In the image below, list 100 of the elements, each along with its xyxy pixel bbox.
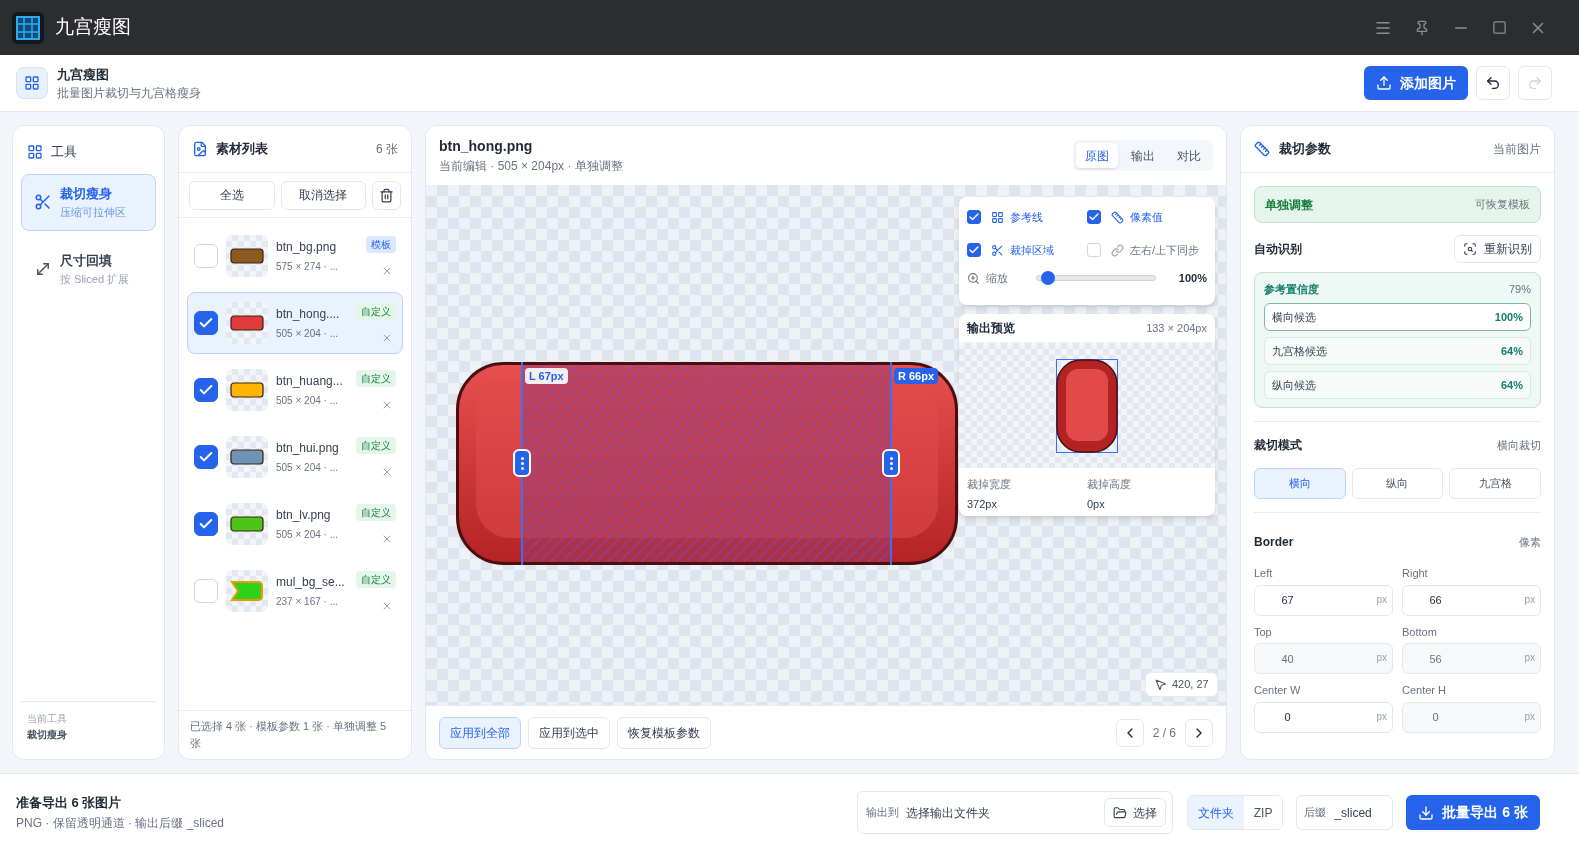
stat-label: 裁掉高度 — [1087, 477, 1132, 492]
candidate-label: 横向候选 — [1272, 309, 1316, 325]
checkbox[interactable] — [967, 243, 981, 257]
view-tab[interactable]: 原图 — [1076, 143, 1118, 168]
tag: 自定义 — [356, 436, 396, 454]
delete-button[interactable] — [372, 180, 401, 210]
pin-icon[interactable] — [1414, 19, 1430, 36]
guide-line[interactable] — [890, 362, 892, 565]
check-icon — [1088, 211, 1100, 223]
candidate-label: 九宫格候选 — [1272, 343, 1327, 359]
editor-subtitle: 当前编辑 · 505 × 204px · 单独调整 — [439, 157, 623, 175]
batch-export-button[interactable]: 批量导出 6 张 — [1406, 795, 1540, 830]
selection-button[interactable]: 取消选择 — [280, 180, 367, 210]
maximize-icon[interactable] — [1492, 20, 1507, 35]
app-title: 九宫瘦图 — [57, 66, 110, 84]
checkbox[interactable] — [1087, 210, 1101, 224]
section-title: 自动识别 — [1254, 241, 1302, 258]
folder-icon — [1112, 805, 1127, 820]
next-button[interactable] — [1185, 718, 1213, 747]
file-size: 575 × 274 · ... — [276, 260, 339, 274]
file-name: btn_hui.png — [276, 440, 340, 457]
view-tab[interactable]: 对比 — [1168, 143, 1210, 168]
redo-icon — [1527, 75, 1543, 91]
field-label: Center W — [1254, 683, 1302, 698]
candidate-item[interactable]: 九宫格候选 64% — [1264, 337, 1531, 365]
file-name: btn_huang... — [276, 373, 344, 390]
checkbox[interactable] — [194, 512, 218, 536]
file-size: 505 × 204 · ... — [276, 327, 339, 341]
previous-button[interactable] — [1115, 718, 1144, 747]
candidate-score: 64% — [1500, 377, 1523, 393]
confidence-label: 参考置信度 — [1264, 281, 1319, 297]
action-button[interactable]: 恢复模板参数 — [617, 716, 711, 749]
checkbox[interactable] — [967, 210, 981, 224]
trash-icon — [379, 187, 395, 203]
asset-item[interactable]: btn_hong.... 505 × 204 · ... 自定义 — [187, 292, 403, 354]
crop-mode-option[interactable]: 纵向 — [1351, 468, 1444, 499]
checkbox[interactable] — [194, 445, 218, 469]
scissors-icon — [991, 243, 1004, 257]
field-label: 后缀 — [1304, 805, 1327, 821]
file-size: 505 × 204 · ... — [276, 394, 339, 408]
candidate-score: 64% — [1500, 343, 1523, 359]
suffix-field[interactable]: _sliced — [1334, 803, 1385, 822]
stat-label: 裁掉宽度 — [967, 477, 1012, 492]
action-button[interactable]: 应用到全部 — [439, 716, 521, 749]
choose-button[interactable]: 选择 — [1103, 798, 1166, 827]
asset-count: 6 张 — [376, 141, 398, 158]
option-label: 左右/上下同步 — [1130, 242, 1200, 258]
guide-handle[interactable] — [513, 449, 531, 477]
guide-handle[interactable] — [882, 449, 900, 477]
crop-mode-option[interactable]: 九宫格 — [1449, 468, 1541, 499]
upload-icon — [1376, 75, 1392, 91]
add-images-button[interactable]: 添加图片 — [1364, 66, 1468, 100]
view-tab[interactable]: 输出 — [1122, 143, 1164, 168]
scan-icon — [1463, 242, 1477, 256]
field-label: Bottom — [1402, 624, 1438, 640]
tool-description: 按 Sliced 扩展 — [60, 272, 130, 287]
tool-name: 裁切瘦身 — [60, 185, 113, 203]
unit-label: px — [1524, 709, 1535, 724]
export-subtitle: PNG · 保留透明通道 · 输出后缀 _sliced — [16, 815, 225, 833]
undo-icon — [1485, 75, 1501, 91]
check-icon — [968, 244, 980, 256]
slider-thumb[interactable] — [1040, 271, 1055, 285]
window-title: 九宫瘦图 — [55, 15, 131, 40]
image-file-icon — [192, 141, 208, 157]
download-icon — [1418, 804, 1435, 821]
page-indicator: 2 / 6 — [1151, 724, 1177, 742]
guide-line[interactable] — [521, 362, 523, 565]
grid-icon — [991, 210, 1004, 224]
output-folder-field[interactable]: 选择输出文件夹 — [905, 803, 1086, 822]
crop-mode-option[interactable]: 横向 — [1254, 468, 1346, 499]
scope-label: 当前图片 — [1493, 141, 1541, 158]
field-label: 输出到 — [865, 805, 899, 821]
tool-name: 尺寸回填 — [60, 252, 113, 270]
scissors-icon — [34, 193, 52, 211]
checkbox[interactable] — [194, 378, 218, 402]
ruler-icon — [1254, 141, 1270, 157]
grid-icon — [27, 143, 43, 160]
unit-label: px — [1376, 651, 1387, 665]
tag: 自定义 — [356, 302, 396, 320]
zoom-value: 100% — [1178, 270, 1207, 286]
panel-title: 裁切参数 — [1279, 140, 1331, 159]
suffix-bar[interactable]: 后缀 _sliced — [1296, 795, 1394, 830]
current-tool-value: 裁切瘦身 — [27, 728, 68, 742]
action-button[interactable]: 应用到选中 — [528, 716, 610, 749]
format-option[interactable]: 文件夹 — [1187, 796, 1244, 829]
undo-button[interactable] — [1476, 66, 1510, 100]
unit-label: px — [1376, 592, 1387, 607]
candidate-item[interactable]: 横向候选 100% — [1264, 303, 1531, 331]
zoom-label: 缩放 — [986, 270, 1008, 286]
app-subtitle: 批量图片裁切与九宫格瘦身 — [57, 85, 201, 101]
selection-button[interactable]: 全选 — [189, 180, 275, 210]
expand-icon — [34, 260, 52, 278]
redetect-button[interactable]: 重新识别 — [1454, 235, 1541, 263]
tool-item[interactable]: 裁切瘦身 压缩可拉伸区 — [21, 173, 156, 231]
checkbox[interactable] — [194, 311, 218, 335]
editor-title: btn_hong.png — [439, 136, 534, 156]
option-label: 参考线 — [1010, 209, 1043, 225]
field-label: Center H — [1402, 683, 1448, 698]
file-name: btn_lv.png — [276, 507, 332, 524]
candidate-item[interactable]: 纵向候选 64% — [1264, 371, 1531, 399]
